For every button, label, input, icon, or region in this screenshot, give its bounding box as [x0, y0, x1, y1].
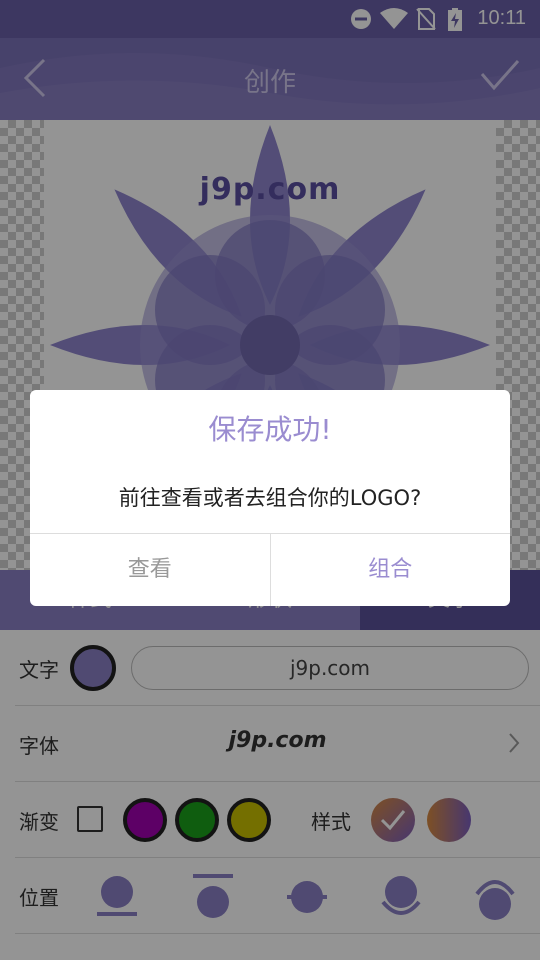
dialog-title: 保存成功! — [208, 413, 332, 446]
dialog-message: 前往查看或者去组合你的LOGO? — [118, 486, 422, 510]
combine-button[interactable]: 组合 — [271, 534, 511, 606]
save-success-dialog: 保存成功! 前往查看或者去组合你的LOGO? 查看 组合 — [30, 390, 510, 606]
view-button[interactable]: 查看 — [30, 534, 271, 606]
dialog-buttons: 查看 组合 — [30, 533, 510, 606]
